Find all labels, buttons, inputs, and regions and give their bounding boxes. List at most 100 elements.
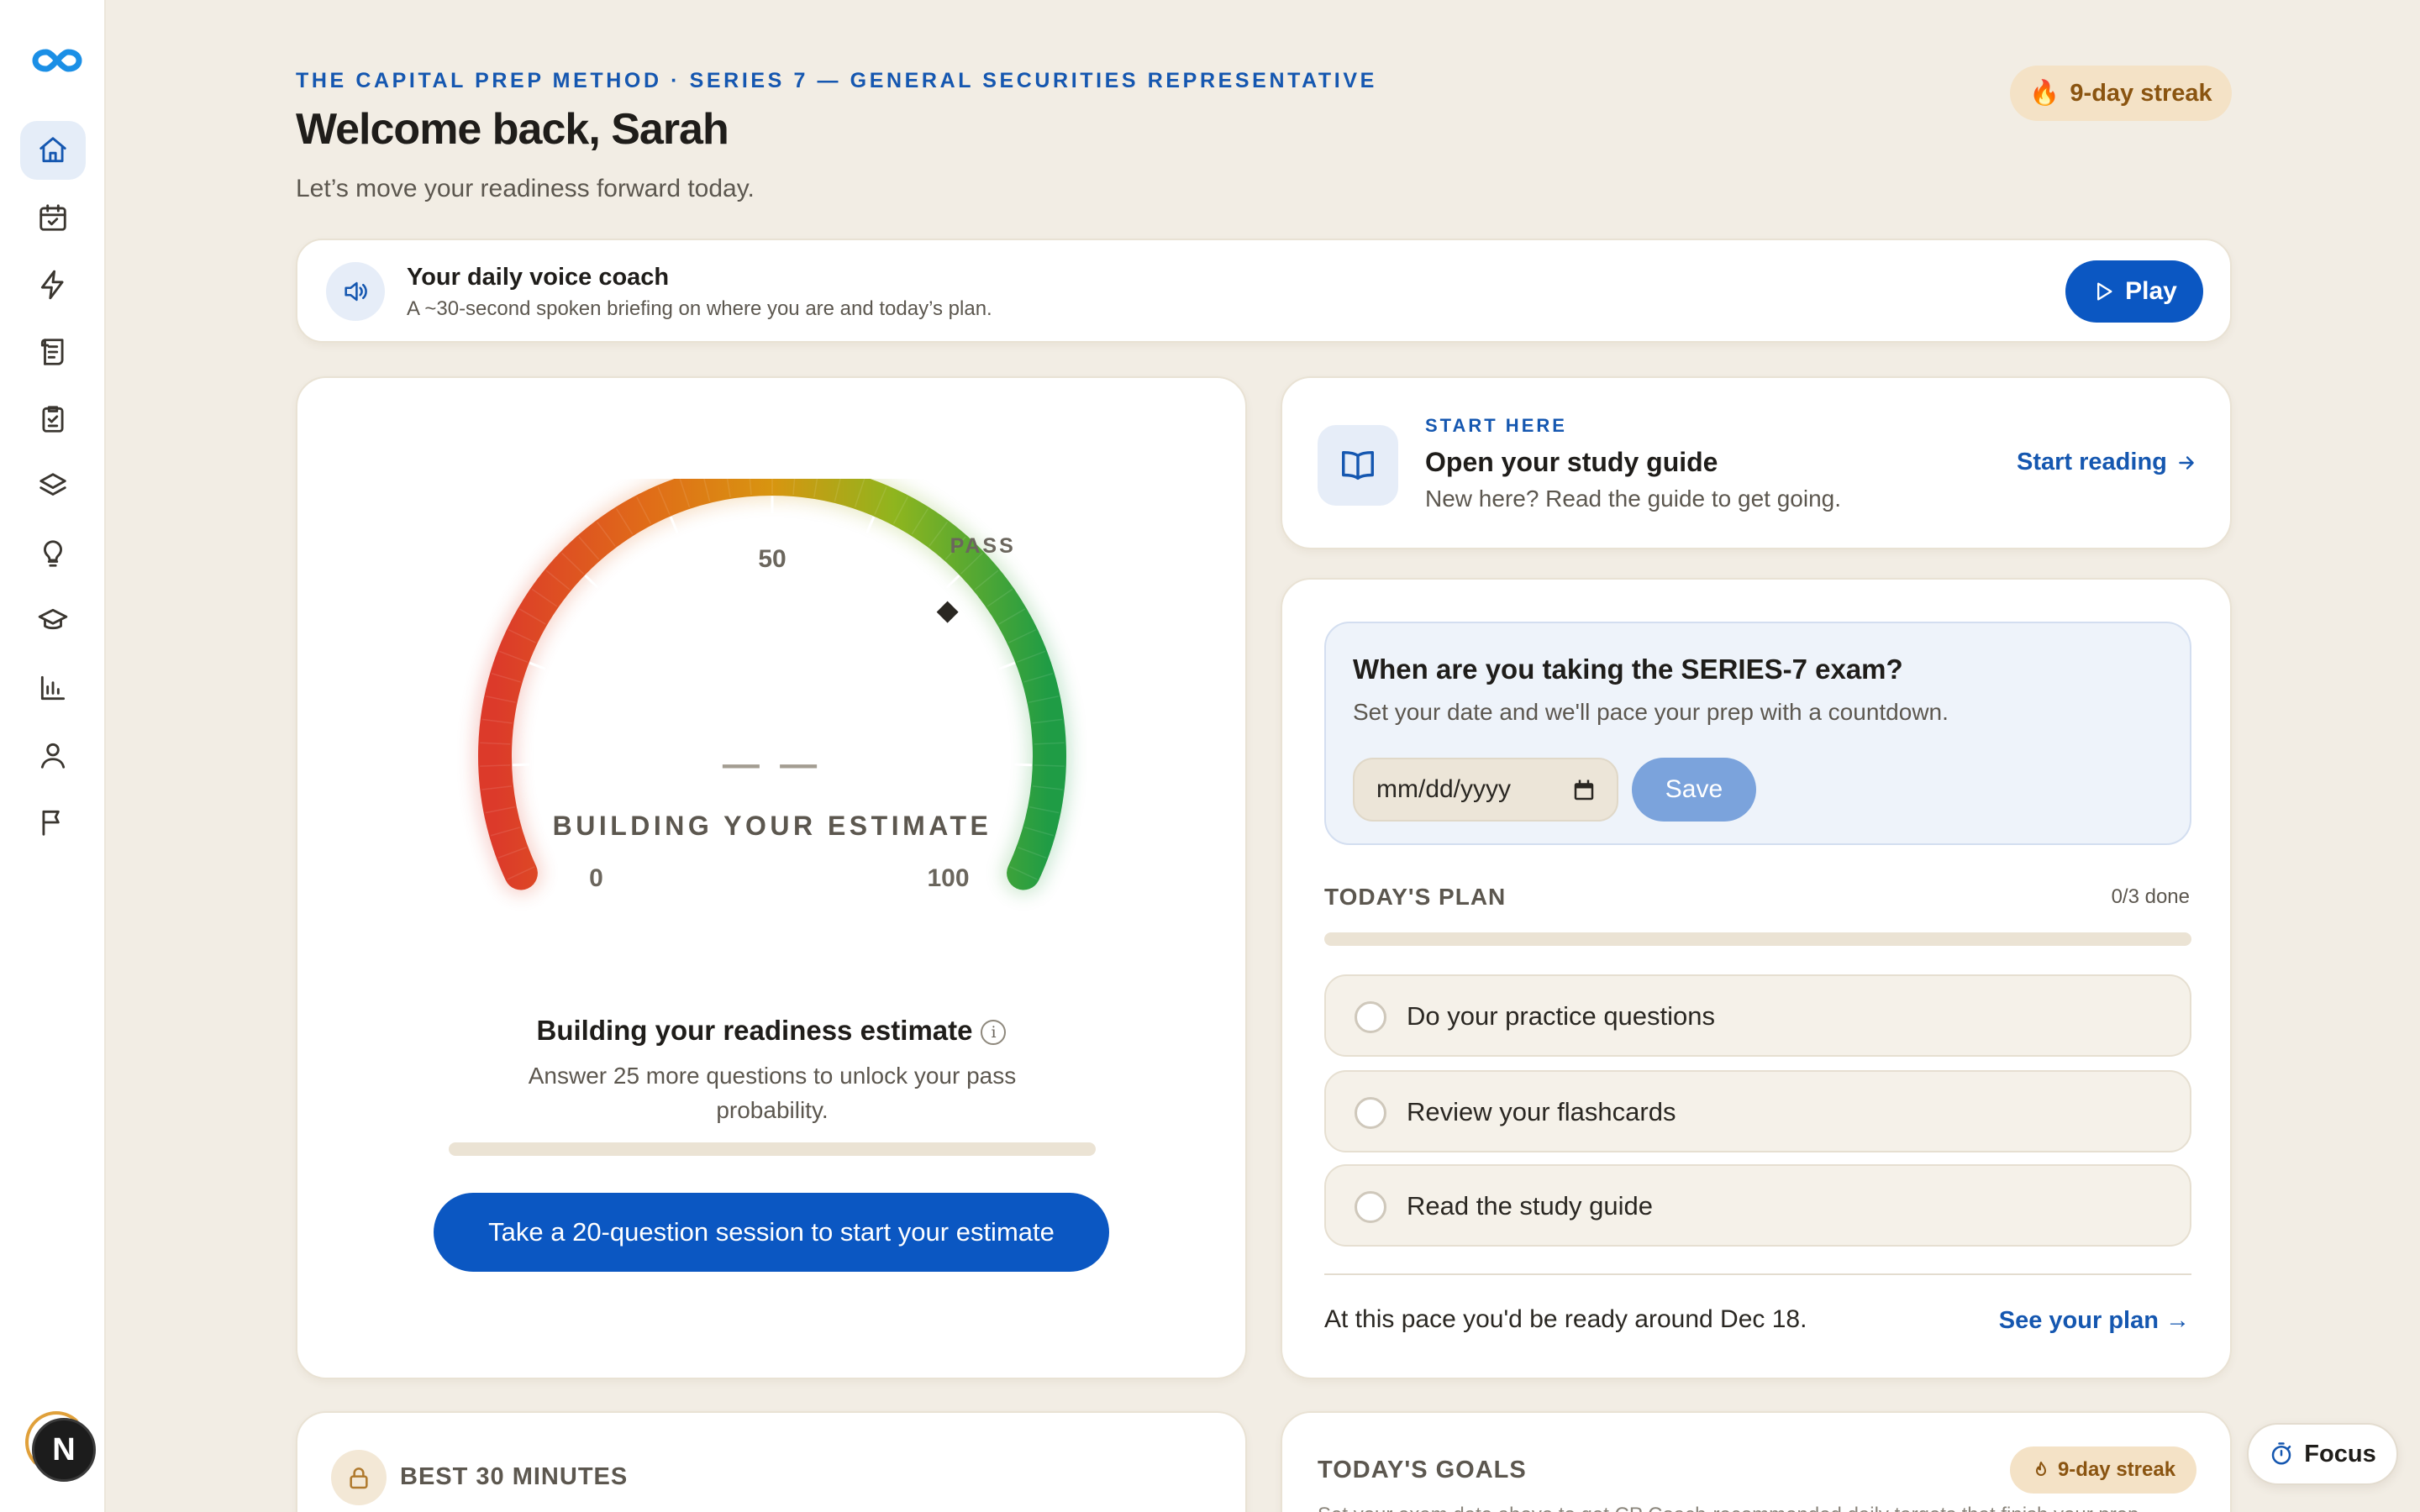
user-icon xyxy=(40,743,66,769)
layers-icon xyxy=(39,473,66,496)
readiness-title-text: Building your readiness estimate xyxy=(536,1015,973,1046)
plan-card: When are you taking the SERIES-7 exam? S… xyxy=(1281,578,2232,1379)
save-date-button[interactable]: Save xyxy=(1632,758,1756,822)
gauge-major-tick xyxy=(946,575,960,589)
start-reading-label: Start reading xyxy=(2017,449,2167,475)
exam-date-box: When are you taking the SERIES-7 exam? S… xyxy=(1324,622,2191,845)
todays-plan-progress-bar xyxy=(1324,932,2191,946)
task-item[interactable]: Read the study guide xyxy=(1324,1164,2191,1247)
sidebar-item-report[interactable] xyxy=(20,793,86,852)
sidebar-item-concepts[interactable] xyxy=(20,524,86,583)
pace-estimate: At this pace you'd be ready around Dec 1… xyxy=(1324,1305,1807,1333)
lock-icon xyxy=(331,1450,387,1505)
book-open-icon xyxy=(1318,425,1398,506)
study-guide-eyebrow: START HERE xyxy=(1425,415,1567,436)
focus-label: Focus xyxy=(2304,1440,2376,1467)
task-label: Read the study guide xyxy=(1407,1191,1653,1221)
clipboard-check-icon xyxy=(42,406,64,433)
gauge-pass-label: PASS xyxy=(950,534,1016,558)
study-guide-card[interactable]: START HERE Open your study guide New her… xyxy=(1281,376,2232,549)
goals-streak-badge: 9-day streak xyxy=(2010,1446,2196,1494)
task-label: Do your practice questions xyxy=(1407,1001,1716,1031)
voice-coach-subtitle: A ~30-second spoken briefing on where yo… xyxy=(407,297,992,320)
graduation-cap-icon xyxy=(38,608,68,630)
todays-goals-text: Set your exam date above to get CP Coach… xyxy=(1318,1504,2191,1512)
sidebar-item-analytics[interactable] xyxy=(20,659,86,717)
task-checkbox[interactable] xyxy=(1355,1001,1386,1033)
voice-coach-card: Your daily voice coach A ~30-second spok… xyxy=(296,239,2232,343)
play-label: Play xyxy=(2125,277,2177,305)
gauge-tick-label-50: 50 xyxy=(758,545,786,573)
readiness-card: 50 PASS — — BUILDING YOUR ESTIMATE 0 100… xyxy=(296,376,1247,1379)
readiness-progress-bar xyxy=(449,1142,1096,1156)
todays-goals-label: TODAY'S GOALS xyxy=(1318,1457,1527,1483)
flame-icon: 🔥 xyxy=(2029,80,2060,107)
start-reading-link[interactable]: Start reading xyxy=(2017,449,2197,476)
gauge-max-label: 100 xyxy=(927,864,969,892)
task-item[interactable]: Do your practice questions xyxy=(1324,974,2191,1057)
sidebar-item-courses[interactable] xyxy=(20,591,86,650)
todays-plan-label: TODAY'S PLAN xyxy=(1324,884,1507,910)
info-icon[interactable]: i xyxy=(981,1020,1007,1046)
play-button[interactable]: Play xyxy=(2065,260,2203,323)
gauge-min-label: 0 xyxy=(589,864,603,892)
avatar-initial: N xyxy=(32,1418,96,1482)
avatar[interactable]: N xyxy=(25,1411,96,1482)
voice-coach-title: Your daily voice coach xyxy=(407,264,670,291)
gauge-major-tick xyxy=(1014,763,1033,767)
gauge-major-tick xyxy=(584,575,598,589)
flame-outline-icon xyxy=(2035,1462,2046,1476)
task-item[interactable]: Review your flashcards xyxy=(1324,1070,2191,1152)
todays-goals-card: TODAY'S GOALS 9-day streak Set your exam… xyxy=(1281,1411,2232,1512)
lightbulb-icon xyxy=(44,540,62,567)
sidebar-item-practice-tests[interactable] xyxy=(20,390,86,449)
streak-label: 9-day streak xyxy=(2070,79,2212,107)
exam-date-subtitle: Set your date and we'll pace your prep w… xyxy=(1353,699,1949,725)
sidebar-item-home[interactable] xyxy=(20,121,86,180)
goals-streak-label: 9-day streak xyxy=(2057,1458,2176,1481)
course-eyebrow: THE CAPITAL PREP METHOD · SERIES 7 — GEN… xyxy=(296,69,1377,92)
page-title: Welcome back, Sarah xyxy=(296,105,729,154)
task-checkbox[interactable] xyxy=(1355,1097,1386,1129)
study-guide-subtitle: New here? Read the guide to get going. xyxy=(1425,486,1842,512)
sidebar-item-schedule[interactable] xyxy=(20,188,86,247)
readiness-title: Building your readiness estimate i xyxy=(297,1015,1245,1047)
task-label: Review your flashcards xyxy=(1407,1097,1676,1126)
bar-chart-icon xyxy=(40,675,66,701)
arrow-right-icon xyxy=(2179,455,2194,470)
readiness-gauge: 50 PASS — — BUILDING YOUR ESTIMATE 0 100 xyxy=(473,479,1071,895)
sidebar-item-flashcards[interactable] xyxy=(20,457,86,516)
study-guide-title: Open your study guide xyxy=(1425,447,1718,477)
scroll-icon xyxy=(40,339,64,365)
focus-button[interactable]: Focus xyxy=(2247,1423,2398,1485)
todays-plan-count: 0/3 done xyxy=(2111,885,2190,908)
date-placeholder: mm/dd/yyyy xyxy=(1376,775,1512,803)
sidebar: N xyxy=(0,0,106,1512)
calendar-check-icon xyxy=(39,204,66,231)
page-subtitle: Let’s move your readiness forward today. xyxy=(296,175,755,202)
sidebar-item-quick-drill[interactable] xyxy=(20,255,86,314)
lightning-icon xyxy=(40,270,64,300)
streak-badge: 🔥 9-day streak xyxy=(2010,66,2232,121)
exam-date-title: When are you taking the SERIES-7 exam? xyxy=(1353,654,1903,685)
calendar-icon xyxy=(1574,780,1594,801)
infinity-logo[interactable] xyxy=(32,44,82,77)
divider xyxy=(1324,1273,2191,1275)
task-checkbox[interactable] xyxy=(1355,1191,1386,1223)
play-icon xyxy=(2097,282,2112,301)
pass-marker-icon xyxy=(936,601,959,623)
best-30-label: BEST 30 MINUTES xyxy=(400,1463,629,1490)
exam-date-input[interactable]: mm/dd/yyyy xyxy=(1353,758,1618,822)
sidebar-item-study-guide[interactable] xyxy=(20,323,86,381)
gauge-major-tick xyxy=(512,763,530,767)
home-icon xyxy=(39,137,66,163)
stopwatch-icon xyxy=(2272,1442,2291,1465)
speaker-icon xyxy=(326,262,385,321)
flag-icon xyxy=(42,810,60,836)
readiness-description: Answer 25 more questions to unlock your … xyxy=(528,1063,1017,1123)
start-session-button[interactable]: Take a 20-question session to start your… xyxy=(434,1193,1109,1272)
see-plan-link[interactable]: See your plan → xyxy=(1999,1307,2190,1335)
sidebar-item-profile[interactable] xyxy=(20,726,86,785)
gauge-status: BUILDING YOUR ESTIMATE xyxy=(553,811,992,841)
best-30-minutes-card: BEST 30 MINUTES xyxy=(296,1411,1247,1512)
